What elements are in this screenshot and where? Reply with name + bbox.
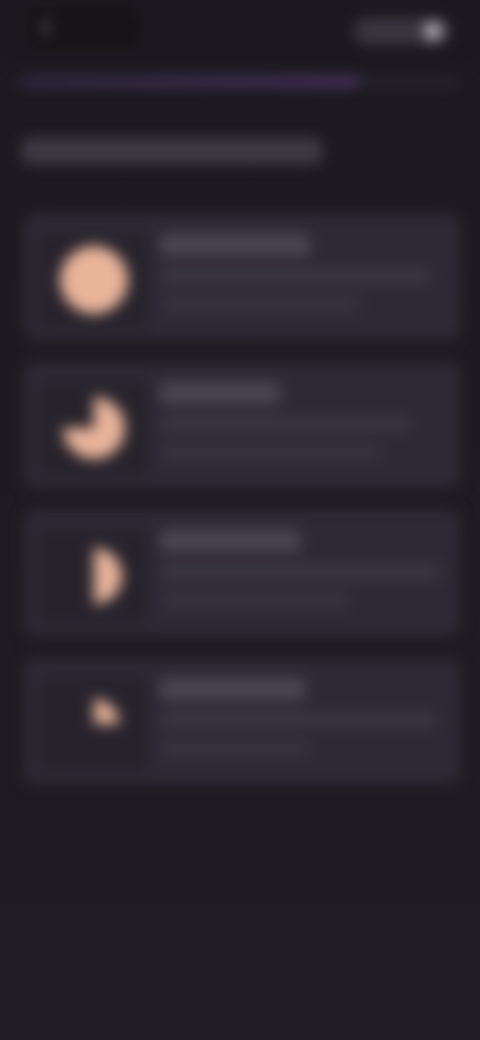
progress-fill [20,78,359,86]
option-text [160,234,450,312]
three-quarter-circle-icon [63,397,125,459]
options-list [24,214,460,806]
option-description [160,416,410,432]
half-circle-icon [94,548,122,604]
page-title [22,138,322,164]
option-description [160,268,430,284]
top-bar [0,0,480,60]
option-card-2[interactable] [24,510,460,636]
screen [0,0,480,1040]
option-card-3[interactable] [24,658,460,784]
option-description [160,564,440,580]
option-text [160,678,450,756]
option-title [160,530,300,552]
option-text [160,382,450,460]
option-title [160,234,310,256]
option-description-2 [160,296,360,312]
illustration-shape [60,246,128,314]
full-circle-icon [60,246,128,314]
option-card-0[interactable] [24,214,460,340]
back-button[interactable] [28,8,140,46]
illustration-shape [63,397,125,459]
option-illustration [38,232,150,328]
toggle-knob-icon [424,22,442,40]
option-text [160,530,450,608]
option-illustration [38,528,150,624]
progress-bar [20,78,460,86]
back-arrow-icon [38,18,56,36]
blurred-content [0,0,480,1040]
illustration-shape [94,699,119,724]
header-toggle[interactable] [354,18,450,44]
option-title [160,382,280,404]
option-illustration [38,676,150,772]
option-card-1[interactable] [24,362,460,488]
option-description-2 [160,444,380,460]
illustration-shape [94,548,122,604]
option-description [160,712,435,728]
option-description-2 [160,740,310,756]
option-title [160,678,305,700]
option-illustration [38,380,150,476]
quarter-circle-icon [94,699,119,724]
option-description-2 [160,592,350,608]
